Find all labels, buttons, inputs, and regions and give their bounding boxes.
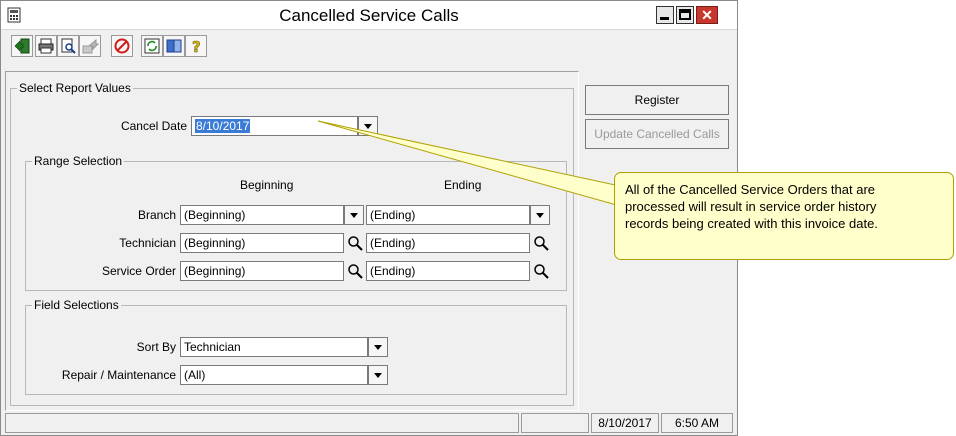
callout-line: processed will result in service order h… <box>625 199 877 214</box>
callout-line: records being created with this invoice … <box>625 216 878 231</box>
callout-line: All of the Cancelled Service Orders that… <box>625 182 876 197</box>
tooltip-callout: All of the Cancelled Service Orders that… <box>614 172 954 260</box>
